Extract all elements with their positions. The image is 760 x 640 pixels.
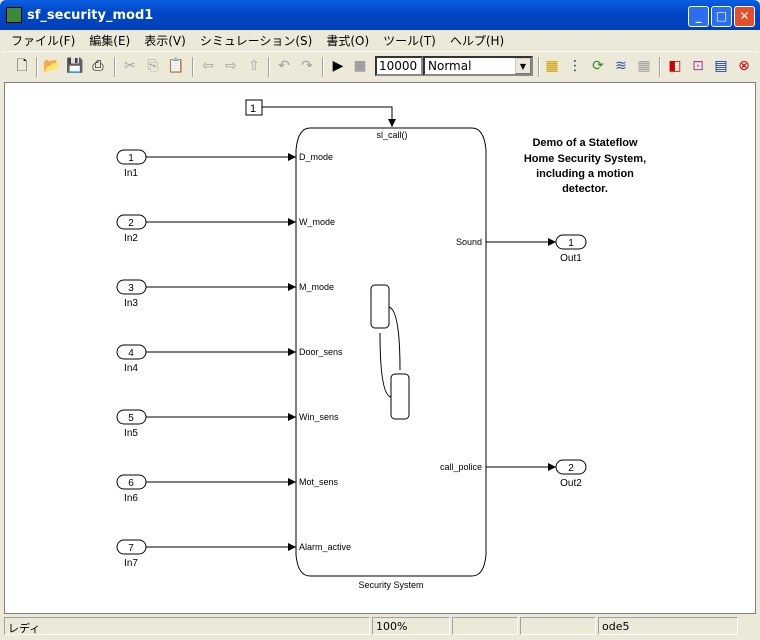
forward-icon[interactable]: ⇨ [221, 56, 241, 76]
menu-edit[interactable]: 編集(E) [82, 30, 137, 49]
stop-time-input[interactable]: 10000 [375, 56, 423, 76]
stop-simulation-icon[interactable]: ■ [350, 56, 370, 76]
refresh-icon[interactable]: ⟳ [588, 56, 608, 76]
paste-icon[interactable]: 📋 [166, 56, 186, 76]
status-bar: レディ 100% ode5 [4, 616, 756, 636]
chevron-down-icon[interactable]: ▼ [515, 58, 531, 74]
undo-icon[interactable]: ↶ [274, 56, 294, 76]
save-icon[interactable]: 💾 [65, 56, 85, 76]
properties-icon[interactable]: ▤ [711, 56, 731, 76]
cut-icon[interactable]: ✂ [120, 56, 140, 76]
library-browser-icon[interactable]: ◧ [665, 56, 685, 76]
solver-name: ode5 [598, 617, 738, 635]
menu-help[interactable]: ヘルプ(H) [443, 30, 511, 49]
library-icon[interactable]: ≋ [611, 56, 631, 76]
close-button[interactable]: ✕ [734, 6, 755, 27]
status-text: レディ [4, 617, 370, 635]
toolbar: 🗋 📂 💾 ⎙ ✂ ⎘ 📋 ⇦ ⇨ ⇧ ↶ ↷ ▶ ■ 10000 Normal… [4, 51, 756, 79]
menu-view[interactable]: 表示(V) [137, 30, 193, 49]
model-explorer-icon[interactable]: ⊡ [688, 56, 708, 76]
back-icon[interactable]: ⇦ [198, 56, 218, 76]
menu-simulation[interactable]: シミュレーション(S) [193, 30, 320, 49]
maximize-button[interactable]: □ [711, 6, 732, 27]
debugger-icon[interactable]: ⊗ [734, 56, 754, 76]
title-bar: sf_security_mod1 _ □ ✕ [0, 0, 760, 30]
zoom-level: 100% [372, 617, 450, 635]
model-canvas[interactable] [4, 82, 756, 614]
up-icon[interactable]: ⇧ [244, 56, 264, 76]
status-cell [452, 617, 518, 635]
update-diagram-icon[interactable]: ⋮ [565, 56, 585, 76]
simulation-mode-select[interactable]: Normal ▼ [423, 56, 533, 76]
model-advisor-icon[interactable]: ▦ [634, 56, 654, 76]
build-icon[interactable]: ▦ [542, 56, 562, 76]
redo-icon[interactable]: ↷ [297, 56, 317, 76]
menu-file[interactable]: ファイル(F) [4, 30, 82, 49]
simulation-mode-value: Normal [428, 59, 472, 73]
open-icon[interactable]: 📂 [42, 56, 62, 76]
simulink-model-icon [6, 7, 22, 23]
new-icon[interactable]: 🗋 [12, 56, 32, 76]
minimize-button[interactable]: _ [688, 6, 709, 27]
menu-format[interactable]: 書式(O) [319, 30, 376, 49]
window-title: sf_security_mod1 [27, 8, 154, 23]
print-icon[interactable]: ⎙ [88, 56, 108, 76]
status-cell [520, 617, 596, 635]
menu-bar: ファイル(F) 編集(E) 表示(V) シミュレーション(S) 書式(O) ツー… [4, 30, 756, 49]
menu-tools[interactable]: ツール(T) [376, 30, 443, 49]
copy-icon[interactable]: ⎘ [143, 56, 163, 76]
start-simulation-icon[interactable]: ▶ [328, 56, 348, 76]
